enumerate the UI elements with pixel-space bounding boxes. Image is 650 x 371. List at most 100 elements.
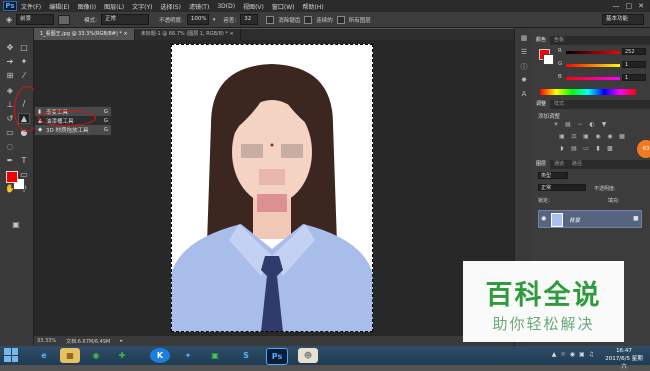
black-white-icon[interactable]: ▣ (582, 133, 590, 140)
crop-tool-icon[interactable]: ⊞ (4, 70, 16, 81)
photoshop-taskbar-icon[interactable]: Ps (266, 348, 288, 365)
properties-panel-icon[interactable]: ☰ (518, 48, 530, 58)
lasso-tool-icon[interactable]: ➔ (4, 56, 16, 67)
antialias-checkbox[interactable] (266, 16, 274, 24)
pattern-picker[interactable] (58, 15, 70, 25)
dodge-tool-icon[interactable]: ◌ (4, 141, 16, 152)
side-floating-button[interactable]: 63 (637, 140, 650, 158)
menu-filter[interactable]: 滤镜(T) (185, 2, 213, 11)
menu-view[interactable]: 视图(V) (239, 2, 268, 11)
channel-r-input[interactable]: 252 (622, 48, 646, 55)
all-layers-checkbox[interactable] (337, 16, 345, 24)
sogou-icon[interactable]: S (236, 348, 256, 363)
tolerance-input[interactable]: 32 (240, 14, 258, 25)
tab-color[interactable]: 颜色 (532, 36, 550, 45)
marquee-tool-icon[interactable]: □ (18, 42, 30, 53)
flyout-item-3d-material-drop[interactable]: ◆ 3D 材质拖放工具 G (35, 125, 111, 134)
contiguous-checkbox[interactable] (304, 16, 312, 24)
quick-select-tool-icon[interactable]: ✦ (18, 56, 30, 67)
channel-g-slider[interactable] (566, 64, 620, 67)
menu-edit[interactable]: 编辑(E) (45, 2, 73, 11)
color-spectrum-bar[interactable] (540, 89, 636, 95)
brightness-icon[interactable]: ☀ (552, 121, 560, 128)
tab-swatches[interactable]: 色板 (550, 36, 568, 45)
exposure-icon[interactable]: ◐ (588, 121, 596, 128)
quick-mask-icon[interactable]: ▣ (10, 219, 22, 230)
channel-g-input[interactable]: 1 (622, 61, 646, 68)
menu-file[interactable]: 文件(F) (17, 2, 45, 11)
type-tool-icon[interactable]: T (18, 155, 30, 166)
layer-name[interactable]: 背景 (569, 216, 580, 224)
posterize-icon[interactable]: ▤ (570, 145, 578, 152)
workspace-select[interactable]: 基本功能 (602, 14, 644, 25)
healing-brush-tool-icon[interactable]: ◈ (4, 85, 16, 96)
layer-filter-select[interactable]: 类型 (538, 172, 568, 179)
color-lookup-icon[interactable]: ▦ (618, 133, 626, 140)
taskbar-clock[interactable]: 16:47 2017/6/5 星期六 (604, 347, 644, 371)
invert-icon[interactable]: ◗ (558, 145, 566, 152)
chevron-down-icon[interactable]: ▾ (213, 17, 216, 23)
fill-source-select[interactable]: 前景 (16, 14, 54, 25)
menu-3d[interactable]: 3D(D) (213, 3, 239, 10)
pen-tool-icon[interactable]: ✒ (4, 155, 16, 166)
curves-icon[interactable]: ∽ (576, 121, 584, 128)
layer-row-background[interactable]: ◉ 背景 ■ (538, 210, 642, 228)
character-panel-icon[interactable]: A (518, 90, 530, 100)
vibrance-icon[interactable]: ▼ (600, 121, 608, 128)
tab-channels[interactable]: 通道 (550, 160, 568, 169)
tab-paths[interactable]: 路径 (568, 160, 586, 169)
color-bg-swatch[interactable] (543, 54, 554, 65)
security-app-icon[interactable]: ✚ (112, 348, 132, 363)
close-icon[interactable]: × (124, 31, 128, 37)
eyedropper-tool-icon[interactable]: ⁄ (18, 70, 30, 81)
channel-mixer-icon[interactable]: ◉ (606, 133, 614, 140)
bird-app-icon[interactable]: ✦ (178, 348, 198, 363)
photo-filter-icon[interactable]: ◉ (594, 133, 602, 140)
paint-bucket-icon[interactable]: ◈ (6, 15, 12, 24)
menu-help[interactable]: 帮助(H) (299, 2, 328, 11)
tab-layers[interactable]: 图层 (532, 160, 550, 169)
levels-icon[interactable]: ▤ (564, 121, 572, 128)
tab-adjustments[interactable]: 调整 (532, 100, 550, 109)
gradient-map-icon[interactable]: ▮ (594, 145, 602, 152)
info-panel-icon[interactable]: ⓘ (518, 62, 530, 72)
visibility-eye-icon[interactable]: ◉ (541, 215, 546, 222)
eraser-tool-icon[interactable]: ▭ (4, 127, 16, 138)
history-panel-icon[interactable]: ▦ (518, 34, 530, 44)
photo-viewer-icon[interactable]: ☻ (298, 348, 318, 363)
kugou-music-icon[interactable]: K (150, 348, 170, 363)
iqiyi-icon[interactable]: ▣ (205, 348, 225, 363)
tab-document-2[interactable]: 未标题-1 @ 66.7% (图层 1, RGB/8) * × (135, 29, 241, 40)
opacity-input[interactable]: 100% (187, 14, 209, 25)
brush-panel-icon[interactable]: ✸ (518, 76, 530, 86)
zoom-level[interactable]: 33.33% (37, 338, 56, 344)
menu-image[interactable]: 图像(I) (74, 2, 100, 11)
channel-r-slider[interactable] (566, 51, 620, 54)
start-button[interactable] (4, 348, 18, 362)
maximize-button[interactable]: □ (626, 2, 633, 10)
tray-icons[interactable]: ▲☼◉▣♫ (552, 351, 598, 358)
ie-browser-icon[interactable]: e (34, 348, 54, 363)
menu-window[interactable]: 窗口(W) (268, 2, 299, 11)
blend-mode-select[interactable]: 正常 (538, 184, 586, 191)
chevron-right-icon[interactable]: ▸ (120, 338, 123, 344)
selective-color-icon[interactable]: ▩ (606, 145, 614, 152)
foreground-color-swatch[interactable] (6, 171, 18, 183)
color-balance-icon[interactable]: ⚖ (570, 133, 578, 140)
minimize-button[interactable]: — (613, 2, 620, 10)
menu-select[interactable]: 选择(S) (156, 2, 185, 11)
menu-layer[interactable]: 图层(L) (100, 2, 128, 11)
channel-b-slider[interactable] (566, 77, 620, 80)
document-image[interactable] (171, 44, 373, 332)
move-tool-icon[interactable]: ✥ (4, 42, 16, 53)
tab-styles[interactable]: 样式 (550, 100, 568, 109)
mode-select[interactable]: 正常 (101, 14, 149, 25)
tab-document-1[interactable]: 1_看图王.jpg @ 33.3%(RGB/8#) * × (34, 29, 135, 40)
close-button[interactable]: ✕ (638, 2, 644, 10)
channel-b-input[interactable]: 1 (622, 74, 646, 81)
browser-360-icon[interactable]: ◉ (86, 348, 106, 363)
threshold-icon[interactable]: ▭ (582, 145, 590, 152)
hue-saturation-icon[interactable]: ▣ (558, 133, 566, 140)
file-explorer-icon[interactable]: ▦ (60, 348, 80, 363)
close-icon[interactable]: × (230, 31, 234, 37)
